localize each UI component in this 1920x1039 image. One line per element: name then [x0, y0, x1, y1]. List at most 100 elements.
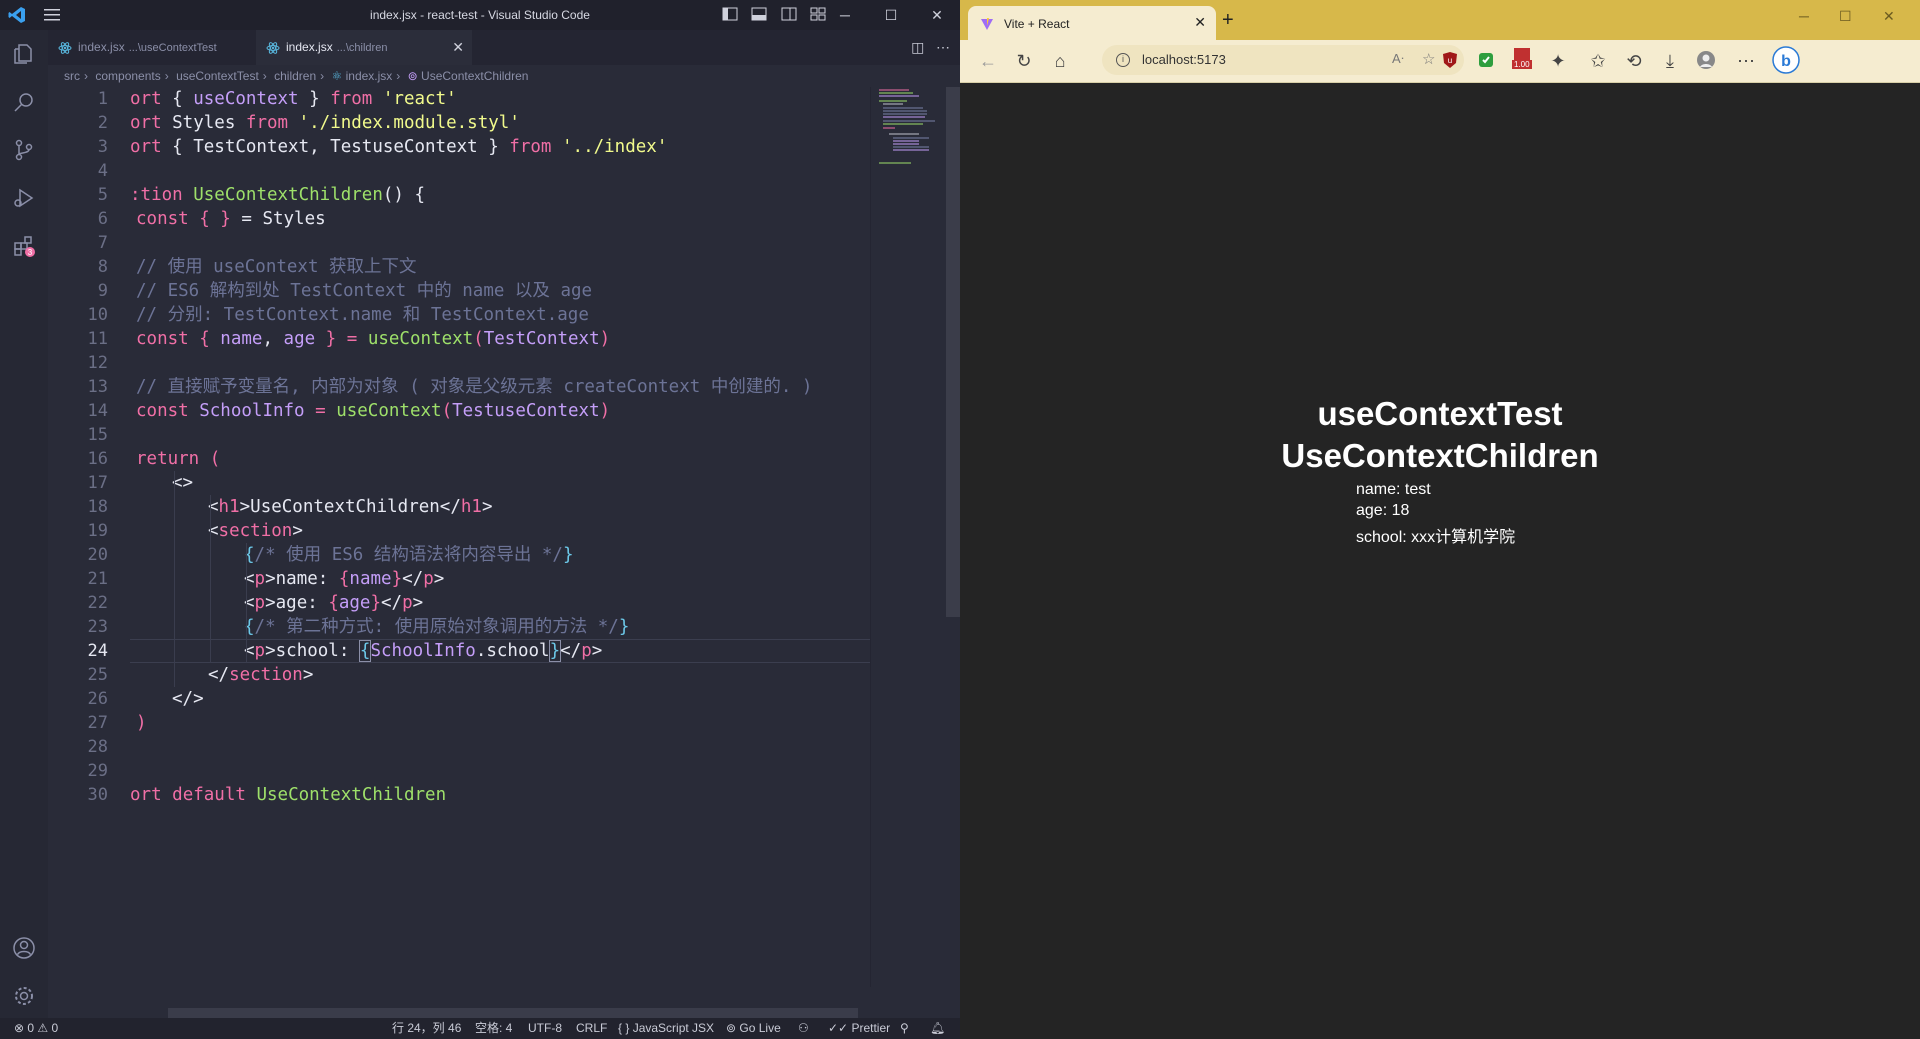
close-button[interactable]: ✕: [914, 0, 960, 30]
ublock-icon[interactable]: u: [1440, 50, 1460, 70]
more-menu-icon[interactable]: ⋯: [1736, 51, 1756, 71]
extension-badge: 1.00: [1512, 60, 1532, 69]
badge-extension[interactable]: 1.00: [1512, 48, 1534, 72]
code-line: </section>: [208, 665, 314, 685]
code-line: <>: [172, 473, 194, 493]
tab-usecontexttest-index[interactable]: index.jsx ...\useContextTest: [48, 30, 256, 65]
toggle-panel-icon[interactable]: [751, 6, 767, 22]
language-mode[interactable]: { } JavaScript JSX: [618, 1018, 714, 1039]
line-number: 24: [87, 641, 108, 661]
code-line: <section>: [208, 521, 303, 541]
edge-browser-window: Vite + React ✕ + ─ ☐ ✕ ← ↻ ⌂ i localhost…: [960, 0, 1920, 1039]
explorer-icon[interactable]: [12, 42, 36, 66]
home-icon[interactable]: ⌂: [1050, 51, 1070, 71]
address-bar[interactable]: i localhost:5173 Aᐧ ☆: [1102, 45, 1464, 75]
maximize-button[interactable]: ☐: [868, 0, 914, 30]
add-favorite-icon[interactable]: ☆: [1422, 50, 1435, 68]
indentation[interactable]: 空格: 4: [475, 1018, 512, 1039]
run-debug-icon[interactable]: [12, 186, 36, 210]
search-icon[interactable]: [12, 90, 36, 114]
code-line: ort { useContext } from 'react': [130, 89, 457, 109]
go-live-button[interactable]: ⊚ Go Live: [726, 1018, 781, 1039]
line-number: 17: [87, 473, 108, 493]
tab-close-icon[interactable]: ✕: [1194, 14, 1206, 31]
code-line: ort Styles from './index.module.styl': [130, 113, 520, 133]
code-line: ): [136, 713, 147, 733]
line-number: 1: [97, 89, 108, 109]
breadcrumb-item[interactable]: src: [64, 69, 80, 83]
code-line: return (: [136, 449, 221, 469]
favorites-icon[interactable]: ✩: [1588, 51, 1608, 71]
line-number: 20: [87, 545, 108, 565]
source-control-icon[interactable]: [12, 138, 36, 162]
bing-copilot-icon[interactable]: b: [1772, 46, 1800, 74]
react-file-icon: [266, 42, 280, 54]
line-number: 7: [97, 233, 108, 253]
code-line: {/* 使用 ES6 结构语法将内容导出 */}: [244, 545, 574, 565]
activity-bar: 3: [0, 30, 48, 1018]
settings-gear-icon[interactable]: [12, 984, 36, 1008]
breadcrumb-item[interactable]: useContextTest: [176, 69, 259, 83]
site-info-icon[interactable]: i: [1116, 53, 1130, 67]
minimap[interactable]: [870, 87, 947, 987]
tab-children-index[interactable]: index.jsx ...\children ✕: [256, 30, 472, 65]
downloads-icon[interactable]: ⤓: [1660, 51, 1680, 71]
line-number: 26: [87, 689, 108, 709]
history-icon[interactable]: ⟲: [1624, 51, 1644, 71]
vscode-titlebar: index.jsx - react-test - Visual Studio C…: [0, 0, 960, 30]
code-comment: // ES6 解构到处 TestContext 中的 name 以及 age: [136, 281, 593, 301]
line-number: 8: [97, 257, 108, 277]
toggle-sidebar-icon[interactable]: [722, 6, 738, 22]
minimize-button[interactable]: ─: [822, 0, 868, 30]
extensions-icon[interactable]: 3: [12, 234, 36, 258]
line-number: 10: [87, 305, 108, 325]
tab-label: index.jsx: [78, 40, 125, 54]
code-line: ort default UseContextChildren: [130, 785, 447, 805]
code-line: const { } = Styles: [136, 209, 326, 229]
react-file-icon: ⚛: [331, 69, 343, 83]
breadcrumb-item[interactable]: components: [95, 69, 160, 83]
breadcrumb-item[interactable]: index.jsx: [346, 69, 393, 83]
page-heading-child: UseContextChildren: [1281, 437, 1599, 474]
notifications-bell-icon[interactable]: 🔔︎: [930, 1018, 945, 1039]
copilot-icon[interactable]: ⚇: [798, 1018, 809, 1039]
split-editor-icon[interactable]: ◫: [911, 39, 924, 55]
browser-tab-vite-react[interactable]: Vite + React ✕: [968, 6, 1216, 40]
code-line: <p>name: {name}</p>: [244, 569, 445, 589]
code-editor[interactable]: 1 2 3 4 5 6 7 8 9 10 11 12 13 14 15 16 17 18 19 20 21 22 23 24 2…: [48, 87, 870, 1007]
profile-avatar[interactable]: [1696, 50, 1716, 70]
breadcrumb-item[interactable]: children: [274, 69, 316, 83]
scrollbar-thumb[interactable]: [946, 87, 960, 617]
toggle-secondary-sidebar-icon[interactable]: [781, 6, 797, 22]
feedback-icon[interactable]: ⚲: [900, 1018, 909, 1039]
line-number: 29: [87, 761, 108, 781]
account-icon[interactable]: [12, 936, 36, 960]
line-ending[interactable]: CRLF: [576, 1018, 607, 1039]
extensions-puzzle-icon[interactable]: ✦: [1548, 51, 1568, 71]
problems-indicator[interactable]: ⊗ 0 ⚠ 0: [14, 1018, 58, 1039]
shield-extension-icon[interactable]: [1476, 50, 1496, 70]
minimap-preview: [879, 89, 935, 164]
prettier-status[interactable]: ✓✓ Prettier: [828, 1018, 890, 1039]
status-bar: ⊗ 0 ⚠ 0 行 24，列 46 空格: 4 UTF-8 CRLF { } J…: [0, 1018, 960, 1039]
editor-horizontal-scrollbar[interactable]: [168, 1008, 858, 1018]
address-text: localhost:5173: [1142, 52, 1226, 67]
tab-close-icon[interactable]: ✕: [452, 30, 464, 65]
line-number: 28: [87, 737, 108, 757]
read-aloud-icon[interactable]: Aᐧ: [1392, 51, 1404, 67]
encoding[interactable]: UTF-8: [528, 1018, 562, 1039]
editor-tabs: index.jsx ...\useContextTest index.jsx...…: [48, 30, 960, 65]
line-number: 15: [87, 425, 108, 445]
code-comment: // 直接赋予变量名, 内部为对象 ( 对象是父级元素 createContex…: [136, 377, 813, 397]
breadcrumb-item[interactable]: UseContextChildren: [421, 69, 528, 83]
cursor-position[interactable]: 行 24，列 46: [392, 1018, 461, 1039]
new-tab-button[interactable]: +: [1222, 9, 1234, 32]
react-file-icon: [58, 42, 72, 54]
back-icon[interactable]: ←: [978, 51, 998, 71]
refresh-icon[interactable]: ↻: [1014, 51, 1034, 71]
minimize-button[interactable]: ─: [1799, 8, 1809, 24]
maximize-button[interactable]: ☐: [1839, 8, 1852, 25]
more-actions-icon[interactable]: ⋯: [936, 39, 950, 55]
browser-toolbar: ← ↻ ⌂ i localhost:5173 Aᐧ ☆ u 1.00 ✦ ✩ ⟲…: [960, 40, 1920, 83]
close-button[interactable]: ✕: [1883, 8, 1895, 25]
